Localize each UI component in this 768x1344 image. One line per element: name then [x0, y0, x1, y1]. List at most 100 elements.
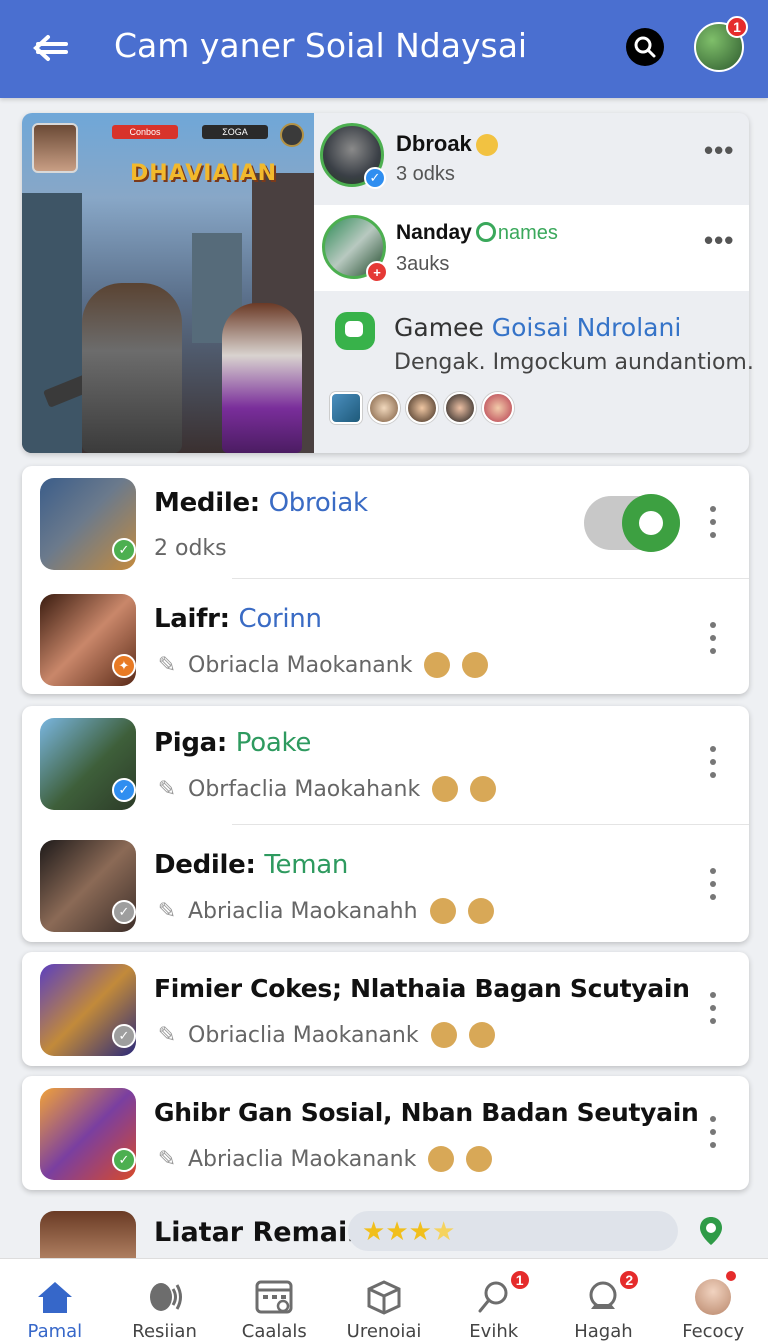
- edit-icon[interactable]: ✎: [154, 776, 180, 802]
- post-author: Nanday names: [396, 221, 558, 244]
- emoji-icon: [475, 134, 498, 157]
- more-options-icon[interactable]: •••: [704, 135, 734, 166]
- game-title[interactable]: Gamee Goisai Ndrolani: [394, 313, 681, 342]
- participant-avatar: [444, 392, 476, 424]
- participant-avatar: [330, 392, 362, 424]
- page-title: Cam yaner Soial Ndaysai: [114, 26, 528, 65]
- more-options-icon[interactable]: [708, 992, 718, 1024]
- game-tag-icon: [475, 222, 496, 242]
- participant-avatar: [406, 392, 438, 424]
- verified-icon: ✓: [364, 167, 386, 189]
- star-icon: ★: [408, 1215, 432, 1246]
- list-item[interactable]: ✦ Laifr: Corinn ✎ Obriacla Maokanank: [22, 582, 749, 694]
- item-title: Fimier Cokes; Nlathaia Bagan Scutyain: [154, 974, 690, 1003]
- back-arrow-icon[interactable]: [28, 28, 72, 68]
- participant-avatars[interactable]: [330, 392, 514, 424]
- item-subtitle: ✎ Obriaclia Maokanank: [154, 1022, 495, 1048]
- hud-label-left: Conbos: [112, 125, 178, 139]
- coin-icon: [466, 1146, 493, 1172]
- participant-avatar: [368, 392, 400, 424]
- coin-icon: [462, 652, 489, 678]
- star-icon: ★: [362, 1215, 386, 1246]
- coin-icon: [428, 1146, 455, 1172]
- edit-icon[interactable]: ✎: [154, 1022, 180, 1048]
- calendar-icon: [254, 1277, 294, 1317]
- item-subtitle: ✎ Abriaclia Maokanahh: [154, 898, 494, 924]
- coin-icon: [429, 898, 456, 924]
- nav-item-caalals[interactable]: Caalals: [219, 1259, 329, 1344]
- item-title: Liatar Remain: [154, 1217, 367, 1248]
- verified-icon: ✓: [112, 778, 136, 802]
- more-options-icon[interactable]: [708, 746, 718, 778]
- list-item[interactable]: ✓ Dedile: Teman ✎ Abriaclia Maokanahh: [22, 828, 749, 940]
- game-logo: DHAVIAIAN: [130, 161, 278, 186]
- edit-icon[interactable]: ✎: [154, 1146, 180, 1172]
- more-options-icon[interactable]: [708, 868, 718, 900]
- coin-icon: [470, 776, 497, 802]
- home-icon: [35, 1277, 75, 1317]
- user-avatar[interactable]: 1: [694, 16, 748, 72]
- more-options-icon[interactable]: [708, 622, 718, 654]
- coin-icon: [430, 1022, 457, 1048]
- notification-badge: 1: [508, 1269, 531, 1291]
- item-title: Dedile: Teman: [154, 850, 349, 880]
- item-title: Laifr: Corinn: [154, 604, 322, 634]
- profile-avatar: [693, 1277, 733, 1317]
- more-options-icon[interactable]: [708, 506, 718, 538]
- check-icon: ✓: [112, 1024, 136, 1048]
- check-icon: ✓: [112, 1148, 136, 1172]
- more-options-icon[interactable]: •••: [704, 225, 734, 256]
- more-options-icon[interactable]: [708, 1116, 718, 1148]
- hud-avatar: [280, 123, 304, 147]
- app-header: Cam yaner Soial Ndaysai 1: [0, 0, 768, 98]
- list-card: ✓ Ghibr Gan Sosial, Nban Badan Seutyain …: [22, 1076, 749, 1190]
- item-title: Medile: Obroiak: [154, 488, 368, 518]
- list-item[interactable]: ✓ Medile: Obroiak 2 odks: [22, 466, 749, 578]
- edit-icon[interactable]: ✎: [154, 652, 180, 678]
- nav-item-evihk[interactable]: 1 Evihk: [439, 1259, 549, 1344]
- list-item[interactable]: ✓ Piga: Poake ✎ Obrfaclia Maokahank: [22, 706, 749, 818]
- nav-item-home[interactable]: Pamal: [0, 1259, 110, 1344]
- item-subtitle: ✎ Obriacla Maokanank: [154, 652, 489, 678]
- list-item[interactable]: ✓ Ghibr Gan Sosial, Nban Badan Seutyain …: [22, 1076, 749, 1188]
- nav-item-resiian[interactable]: Resiian: [110, 1259, 220, 1344]
- notification-badge: 2: [618, 1269, 641, 1291]
- pin-search-icon: [474, 1277, 514, 1317]
- list-card: ✓ Fimier Cokes; Nlathaia Bagan Scutyain …: [22, 952, 749, 1066]
- notification-badge: 1: [726, 16, 748, 38]
- coin-icon: [432, 776, 459, 802]
- list-item[interactable]: ✓ Fimier Cokes; Nlathaia Bagan Scutyain …: [22, 952, 749, 1064]
- search-icon[interactable]: [626, 28, 664, 66]
- star-icon: ★: [431, 1215, 456, 1246]
- item-title: Piga: Poake: [154, 728, 312, 758]
- list-card: ✓ Piga: Poake ✎ Obrfaclia Maokahank ✓ De…: [22, 706, 749, 942]
- post-meta: 3 odks: [396, 163, 455, 185]
- bottom-nav: Pamal Resiian Caalals Urenoiai 1 Evihk 2…: [0, 1258, 768, 1344]
- nav-item-urenoiai[interactable]: Urenoiai: [329, 1259, 439, 1344]
- post-meta: 3auks: [396, 253, 450, 275]
- post-item[interactable]: ✓ Dbroak 3 odks •••: [314, 113, 749, 205]
- list-item[interactable]: Liatar Remain ★ ★ ★ ★: [22, 1195, 749, 1271]
- post-item[interactable]: + Nanday names 3auks •••: [314, 205, 749, 291]
- item-title: Ghibr Gan Sosial, Nban Badan Seutyain: [154, 1098, 699, 1127]
- check-icon: ✓: [112, 900, 136, 924]
- game-cover-art[interactable]: Conbos ΣOGA DHAVIAIAN: [22, 113, 314, 453]
- location-pin-icon[interactable]: [698, 1215, 726, 1247]
- star-icon: ★: [385, 1215, 409, 1246]
- post-author: Dbroak: [396, 131, 498, 157]
- check-icon: ✓: [112, 538, 136, 562]
- megaphone-icon: [145, 1277, 185, 1317]
- enable-toggle[interactable]: [584, 494, 680, 552]
- tag-icon: ✦: [112, 654, 136, 678]
- badge-icon: +: [366, 261, 388, 283]
- coin-icon: [467, 898, 494, 924]
- rating-bar[interactable]: ★ ★ ★ ★: [348, 1211, 678, 1251]
- nav-item-profile[interactable]: Fecocy: [658, 1259, 768, 1344]
- chat-icon: [335, 312, 375, 350]
- item-subtitle: 2 odks: [154, 536, 227, 561]
- nav-item-hagah[interactable]: 2 Hagah: [549, 1259, 659, 1344]
- box-icon: [364, 1277, 404, 1317]
- coin-icon: [424, 652, 451, 678]
- coin-icon: [468, 1022, 495, 1048]
- edit-icon[interactable]: ✎: [154, 898, 180, 924]
